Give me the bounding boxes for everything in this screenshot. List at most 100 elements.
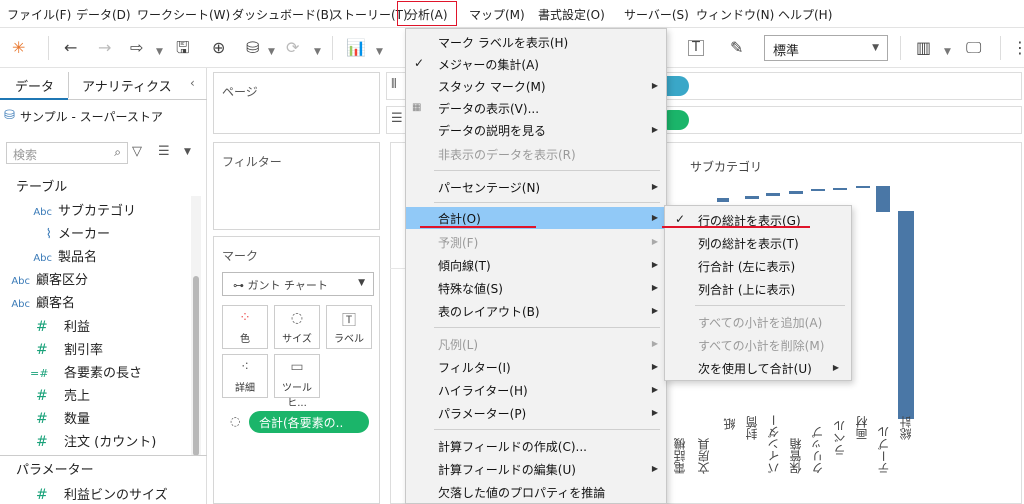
menu-item-stack-marks[interactable]: スタック マーク(M) ▶: [406, 75, 666, 97]
menu-item-explain-data[interactable]: データの説明を見る ▶: [406, 119, 666, 141]
menu-help[interactable]: ヘルプ(H): [778, 6, 832, 23]
label-button[interactable]: 🅃 ラベル: [326, 305, 372, 349]
abc-icon: Abc: [11, 299, 30, 310]
color-icon: ⁘: [239, 310, 251, 326]
menu-item-aggregate-measures[interactable]: ✓ メジャーの集計(A): [406, 53, 666, 75]
text-icon[interactable]: T: [688, 40, 704, 56]
menu-analysis[interactable]: 分析(A): [397, 1, 457, 26]
presentation-icon[interactable]: 🖵: [966, 38, 981, 58]
submenu-arrow-icon: ▶: [651, 385, 658, 394]
menu-item-create-calculated-field[interactable]: 計算フィールドの作成(C)...: [406, 435, 666, 457]
menu-item-special-values[interactable]: 特殊な値(S) ▶: [406, 277, 666, 299]
scrollbar-thumb[interactable]: [193, 276, 199, 456]
tab-analytics[interactable]: アナリティクス: [82, 76, 172, 95]
field-item[interactable]: ⌇ メーカー: [22, 223, 110, 243]
menu-item-highlighters[interactable]: ハイライター(H) ▶: [406, 379, 666, 401]
refresh-icon[interactable]: ⟳: [286, 38, 299, 58]
field-item[interactable]: # 割引率: [36, 339, 103, 359]
category-label: 保管箱: [789, 438, 803, 474]
connect-caret-icon[interactable]: ▼: [156, 42, 163, 62]
field-item[interactable]: Abc サブカテゴリ: [22, 200, 136, 220]
mark-type-select[interactable]: ⊶ ガント チャート ▼: [222, 272, 374, 296]
menu-item-remove-all-subtotals[interactable]: すべての小計を削除(M): [665, 334, 851, 356]
size-button[interactable]: ◌ サイズ: [274, 305, 320, 349]
waterfall-bar[interactable]: [856, 186, 870, 188]
refresh-caret-icon[interactable]: ▼: [314, 42, 321, 62]
waterfall-bar[interactable]: [811, 189, 825, 191]
show-me-icon[interactable]: ▥: [916, 38, 931, 58]
field-item[interactable]: Abc 顧客区分: [0, 269, 88, 289]
share-icon[interactable]: ⋮: [1012, 38, 1024, 58]
field-item[interactable]: Abc 製品名: [22, 246, 97, 266]
menu-window[interactable]: ウィンドウ(N): [696, 6, 774, 23]
menu-data[interactable]: データ(D): [76, 6, 131, 23]
new-worksheet-caret-icon[interactable]: ▼: [376, 42, 383, 62]
menu-format[interactable]: 書式設定(O): [538, 6, 605, 23]
chevron-down-icon[interactable]: ▼: [184, 147, 191, 157]
menu-worksheet[interactable]: ワークシート(W): [137, 6, 230, 23]
menu-server[interactable]: サーバー(S): [624, 6, 689, 23]
detail-button[interactable]: ⁖ 詳細: [222, 354, 268, 398]
field-item[interactable]: # 利益: [36, 316, 90, 336]
save-icon[interactable]: 🖫: [176, 38, 190, 58]
menu-item-show-column-grand-totals[interactable]: 列の総計を表示(T): [665, 232, 851, 254]
menu-item-column-totals-top[interactable]: 列合計 (上に表示): [665, 278, 851, 300]
menu-item-total-using[interactable]: 次を使用して合計(U) ▶: [665, 357, 851, 379]
menu-item-show-hidden-data[interactable]: 非表示のデータを表示(R): [406, 143, 666, 165]
menu-item-percentages[interactable]: パーセンテージ(N) ▶: [406, 176, 666, 198]
forward-icon[interactable]: →: [98, 38, 111, 58]
menu-item-parameters[interactable]: パラメーター(P) ▶: [406, 402, 666, 424]
waterfall-bar[interactable]: [745, 196, 759, 199]
measure-icon: #: [36, 434, 48, 450]
grand-total-bar[interactable]: [898, 211, 914, 419]
pages-card[interactable]: ページ: [213, 72, 380, 134]
filters-card[interactable]: フィルター: [213, 142, 380, 230]
datasource-caret-icon[interactable]: ▼: [268, 42, 275, 62]
size-field-pill[interactable]: 合計(各要素の..: [249, 411, 369, 433]
menu-item-forecast[interactable]: 予測(F) ▶: [406, 231, 666, 253]
menu-item-show-mark-labels[interactable]: マーク ラベルを表示(H): [406, 31, 666, 53]
waterfall-bar[interactable]: [766, 193, 780, 196]
filter-icon[interactable]: ▽: [132, 144, 142, 159]
new-datasource-icon[interactable]: ⊕: [212, 38, 225, 58]
search-input[interactable]: 検索 ⌕: [6, 142, 128, 164]
parameter-item[interactable]: # 利益ビンのサイズ: [36, 484, 168, 504]
menu-map[interactable]: マップ(M): [469, 6, 525, 23]
field-item[interactable]: =# 各要素の長さ: [30, 362, 142, 382]
field-item[interactable]: # 売上: [36, 385, 90, 405]
new-worksheet-icon[interactable]: 📊: [346, 38, 366, 58]
menu-item-legends[interactable]: 凡例(L) ▶: [406, 333, 666, 355]
menu-item-filters[interactable]: フィルター(I) ▶: [406, 356, 666, 378]
menu-item-infer-missing-values[interactable]: 欠落した値のプロパティを推論: [406, 481, 666, 503]
pin-icon[interactable]: ✎: [730, 38, 743, 58]
menu-item-table-layout[interactable]: 表のレイアウト(B) ▶: [406, 300, 666, 322]
menu-item-view-data[interactable]: ▦ データの表示(V)...: [406, 97, 666, 119]
field-item[interactable]: # 数量: [36, 408, 90, 428]
fit-select[interactable]: 標準 ▼: [764, 35, 888, 61]
datasource-name[interactable]: サンプル - スーパーストア: [20, 108, 163, 125]
measure-icon: #: [36, 487, 48, 503]
menu-item-edit-calculated-field[interactable]: 計算フィールドの編集(U) ▶: [406, 458, 666, 480]
connect-icon[interactable]: ⇨: [130, 38, 143, 58]
waterfall-bar[interactable]: [876, 186, 890, 212]
view-options-icon[interactable]: ☰: [158, 144, 170, 159]
collapse-pane-icon[interactable]: ‹: [190, 76, 195, 90]
menu-dashboard[interactable]: ダッシュボード(B): [232, 6, 334, 23]
back-icon[interactable]: ←: [64, 38, 77, 58]
field-item[interactable]: Abc 顧客名: [0, 292, 75, 312]
waterfall-bar[interactable]: [833, 188, 847, 190]
tab-divider: [68, 72, 69, 98]
tooltip-button[interactable]: ▭ ツールヒ...: [274, 354, 320, 409]
menu-file[interactable]: ファイル(F): [7, 6, 71, 23]
tab-data[interactable]: データ: [15, 76, 54, 95]
menu-item-trend-lines[interactable]: 傾向線(T) ▶: [406, 254, 666, 276]
waterfall-bar[interactable]: [717, 198, 729, 202]
color-button[interactable]: ⁘ 色: [222, 305, 268, 349]
tableau-logo-icon[interactable]: ✳: [12, 38, 25, 58]
menu-item-add-all-subtotals[interactable]: すべての小計を追加(A): [665, 311, 851, 333]
show-me-caret-icon[interactable]: ▼: [944, 42, 951, 62]
field-item[interactable]: # 注文 (カウント): [36, 431, 156, 451]
waterfall-bar[interactable]: [789, 191, 803, 194]
menu-item-row-totals-left[interactable]: 行合計 (左に表示): [665, 255, 851, 277]
datasource-icon[interactable]: ⛁: [246, 38, 259, 58]
